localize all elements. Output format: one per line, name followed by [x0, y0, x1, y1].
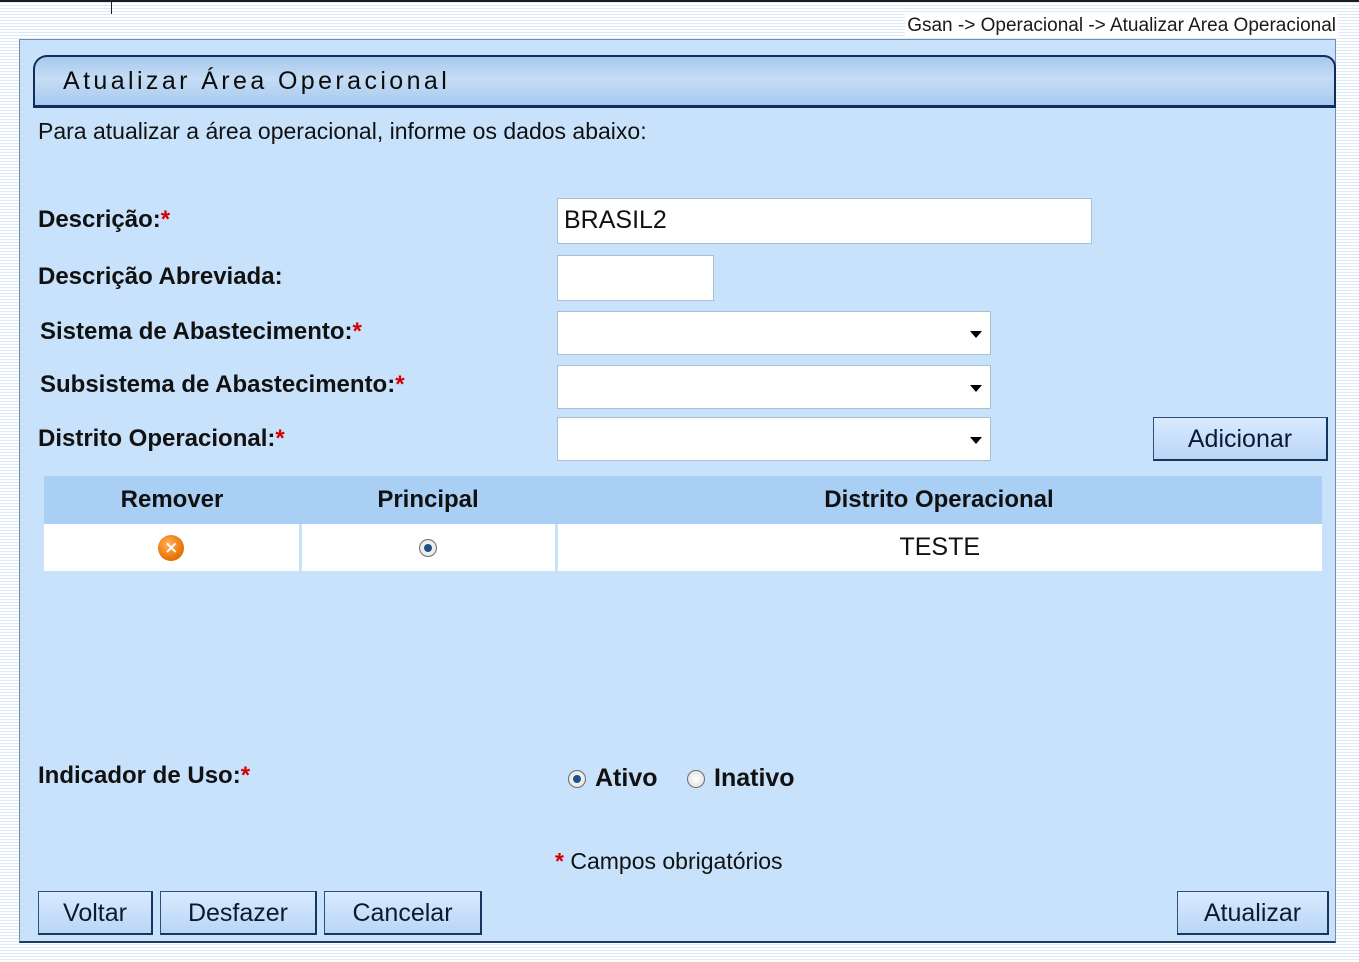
distrito-operacional-label-text: Distrito Operacional: [38, 425, 276, 452]
indicador-uso-label-text: Indicador de Uso: [38, 762, 241, 789]
chevron-down-icon [970, 331, 982, 338]
atualizar-button[interactable]: Atualizar [1177, 891, 1329, 935]
table-row: × TESTE [44, 524, 1322, 573]
descricao-label: Descrição:* [38, 206, 170, 234]
subsistema-abastecimento-label-text: Subsistema de Abastecimento: [40, 371, 396, 398]
breadcrumb: Gsan -> Operacional -> Atualizar Area Op… [905, 14, 1338, 38]
subsistema-abastecimento-select[interactable] [557, 365, 991, 409]
principal-radio[interactable] [419, 539, 437, 558]
voltar-button[interactable]: Voltar [38, 891, 153, 935]
descricao-abreviada-label: Descrição Abreviada: [38, 263, 283, 290]
distrito-operacional-label: Distrito Operacional:* [38, 425, 285, 453]
indicador-uso-ativo-option[interactable]: Ativo [568, 764, 658, 793]
chevron-down-icon [970, 385, 982, 392]
inativo-radio[interactable] [687, 769, 705, 788]
principal-cell [298, 524, 556, 573]
required-mark: * [275, 425, 285, 452]
required-mark: * [555, 848, 564, 874]
distrito-cell: TESTE [554, 524, 1322, 573]
remover-cell: × [44, 524, 300, 573]
column-header-principal: Principal [300, 476, 556, 524]
panel-title-bar: Atualizar Área Operacional [33, 55, 1336, 108]
ativo-label: Ativo [595, 764, 658, 792]
required-mark: * [160, 206, 171, 233]
indicador-uso-label: Indicador de Uso:* [38, 762, 250, 790]
descricao-abreviada-input[interactable] [557, 255, 714, 301]
sistema-abastecimento-label-text: Sistema de Abastecimento: [40, 318, 353, 345]
distrito-operacional-select[interactable] [557, 417, 991, 461]
table-header-row: Remover Principal Distrito Operacional [44, 476, 1322, 524]
top-border-tick [111, 0, 112, 14]
ativo-radio[interactable] [568, 769, 586, 788]
inativo-label: Inativo [714, 764, 795, 792]
required-mark: * [395, 371, 405, 398]
indicador-uso-inativo-option[interactable]: Inativo [687, 764, 795, 793]
column-header-remover: Remover [44, 476, 300, 524]
desfazer-button[interactable]: Desfazer [160, 891, 317, 935]
adicionar-button[interactable]: Adicionar [1153, 417, 1328, 461]
sistema-abastecimento-label: Sistema de Abastecimento:* [40, 318, 362, 346]
main-panel: Atualizar Área Operacional Para atualiza… [19, 39, 1336, 943]
top-border-line [0, 0, 1359, 2]
remove-icon[interactable]: × [158, 535, 185, 562]
cancelar-button[interactable]: Cancelar [324, 891, 482, 935]
column-header-distrito: Distrito Operacional [556, 476, 1322, 524]
distritos-table: Remover Principal Distrito Operacional ×… [44, 476, 1322, 573]
descricao-input[interactable]: BRASIL2 [557, 198, 1092, 244]
page-title: Atualizar Área Operacional [63, 67, 451, 95]
required-note-text: Campos obrigatórios [570, 848, 783, 874]
intro-text: Para atualizar a área operacional, infor… [38, 118, 647, 144]
required-fields-note: * Campos obrigatórios [555, 848, 783, 875]
required-mark: * [240, 762, 251, 789]
chevron-down-icon [970, 437, 982, 444]
required-mark: * [352, 318, 362, 345]
subsistema-abastecimento-label: Subsistema de Abastecimento:* [40, 371, 405, 399]
sistema-abastecimento-select[interactable] [557, 311, 991, 355]
descricao-label-text: Descrição: [38, 206, 161, 233]
